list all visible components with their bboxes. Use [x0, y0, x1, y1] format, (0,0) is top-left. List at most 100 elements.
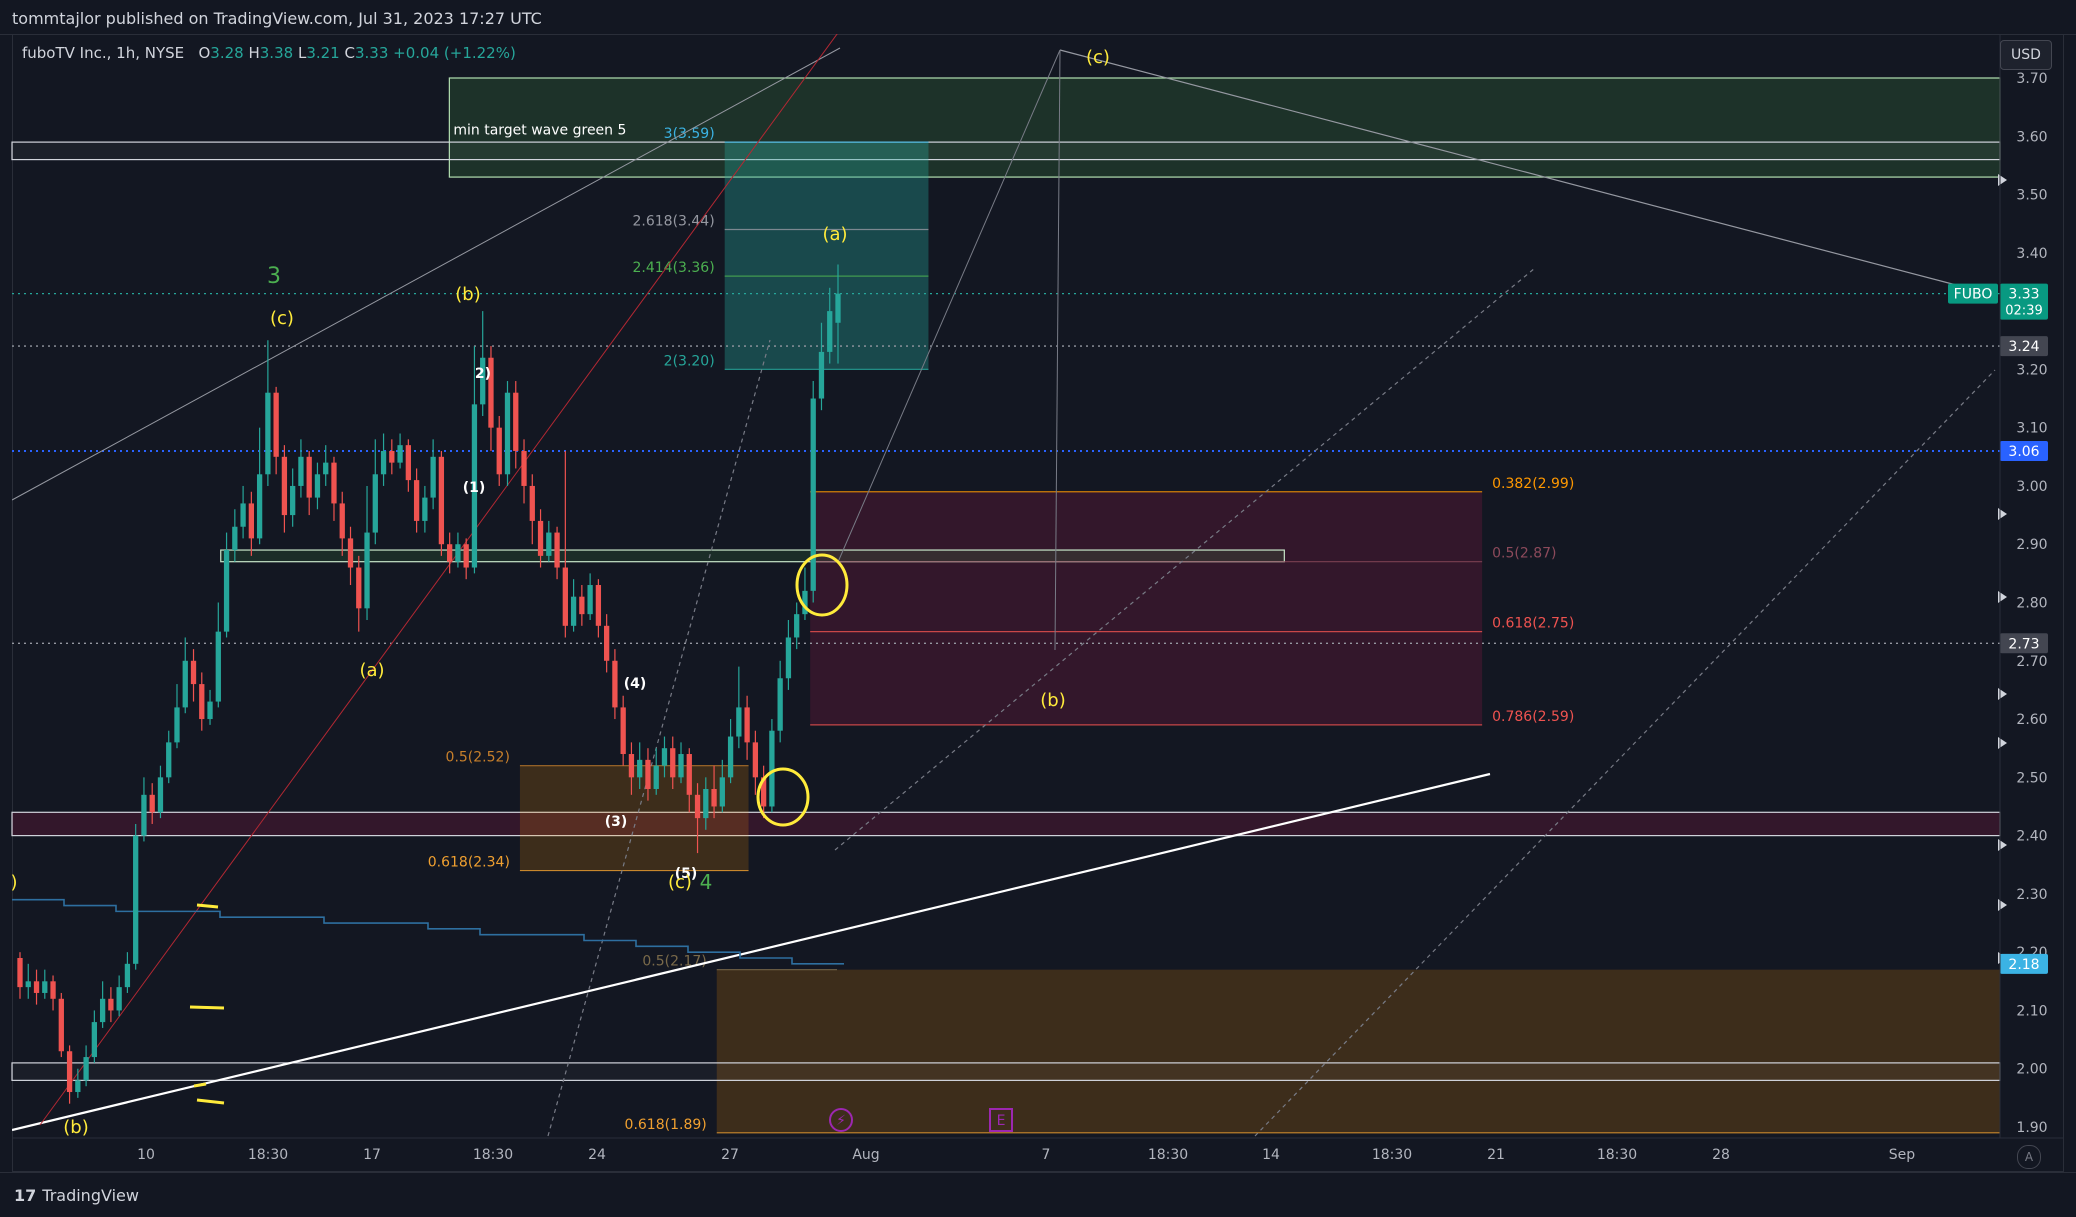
- candle: [265, 340, 271, 486]
- candle-body: [496, 427, 502, 475]
- candle-body: [331, 462, 337, 504]
- high-label: H: [248, 44, 260, 62]
- price-chart[interactable]: 3(3.59)2.618(3.44)2.414(3.36)2(3.20)0.38…: [0, 0, 2076, 1216]
- wave-label-9: (c): [668, 872, 692, 893]
- candle: [256, 427, 263, 545]
- candle: [199, 672, 205, 731]
- y-tick: 2.30: [2016, 887, 2047, 903]
- candle-body: [215, 631, 221, 702]
- currency-button[interactable]: USD: [2000, 40, 2052, 70]
- candle-body: [579, 596, 585, 615]
- zone-resistance-band: [11, 141, 2001, 161]
- candle-body: [240, 503, 246, 527]
- candle: [207, 689, 213, 725]
- candle-body: [281, 456, 288, 516]
- y-tick: 3.20: [2016, 362, 2047, 378]
- tradingview-brand: TradingView: [42, 1186, 139, 1205]
- zone-support-band: [11, 811, 2001, 837]
- candle-body: [513, 392, 519, 451]
- yellow-dash-2: [196, 1098, 225, 1105]
- x-tick: Aug: [852, 1147, 879, 1163]
- y-tick: 2.50: [2016, 770, 2047, 786]
- x-tick: 18:30: [473, 1147, 513, 1163]
- candle: [785, 619, 792, 690]
- x-tick: 10: [137, 1147, 155, 1163]
- candle-body: [182, 660, 188, 708]
- candle-body: [124, 963, 131, 988]
- candle: [182, 637, 188, 714]
- symbol-legend: fuboTV Inc., 1h, NYSE O3.28 H3.38 L3.21 …: [22, 44, 516, 62]
- candle-body: [645, 759, 651, 789]
- fib-label-2: 2.414(3.36): [633, 260, 715, 276]
- candle-body: [141, 794, 147, 836]
- candle-body: [323, 462, 329, 475]
- price-badge-value-0: 3.33: [2008, 287, 2039, 303]
- candle: [496, 416, 502, 486]
- candle-body: [174, 707, 180, 743]
- high-value: 3.38: [259, 44, 294, 62]
- zone-retracement-box: [810, 491, 1483, 725]
- y-tick: 2.90: [2016, 537, 2047, 553]
- candle: [215, 602, 221, 708]
- candle-body: [562, 567, 568, 626]
- candle: [587, 573, 593, 620]
- upper-channel-line: [12, 47, 841, 501]
- fib-label-8: 0.5(2.52): [446, 750, 510, 766]
- open-value: 3.28: [210, 44, 244, 62]
- wave-label-13: (b): [1040, 690, 1065, 711]
- candle-body: [810, 398, 816, 591]
- x-tick: 18:30: [1372, 1147, 1412, 1163]
- candle: [620, 695, 626, 766]
- candle-body: [99, 998, 106, 1023]
- candle-body: [66, 1051, 73, 1093]
- tradingview-logo-icon: 17: [14, 1186, 37, 1205]
- candle: [810, 381, 816, 603]
- candle-body: [389, 450, 395, 463]
- symbol-name[interactable]: fuboTV Inc., 1h, NYSE: [22, 44, 184, 62]
- candle: [331, 456, 337, 521]
- candle-body: [248, 503, 254, 539]
- wave-label-11: (a): [822, 224, 847, 245]
- zone-deep-box: [716, 969, 2000, 1133]
- candle: [504, 381, 511, 486]
- candle: [281, 445, 288, 533]
- candle-body: [736, 707, 742, 737]
- red-diagonal-line: [39, 34, 838, 1126]
- candle: [413, 468, 420, 533]
- y-tick: 2.10: [2016, 1003, 2047, 1019]
- candle-body: [75, 1080, 81, 1093]
- x-tick: 18:30: [1597, 1147, 1637, 1163]
- tradingview-logo[interactable]: 17 TradingView: [14, 1186, 139, 1205]
- candle-body: [628, 754, 635, 778]
- price-badge-value-2: 3.06: [2008, 444, 2039, 460]
- candle: [727, 719, 734, 784]
- candle-body: [447, 544, 453, 562]
- candle-body: [835, 293, 841, 323]
- wave-label-5: (1): [463, 480, 486, 496]
- candle-body: [17, 957, 23, 988]
- candle: [25, 963, 31, 999]
- candle-body: [116, 987, 122, 1011]
- zone-bottom-band: [11, 1062, 2001, 1081]
- candle-body: [372, 474, 378, 533]
- wave-label-2: (b): [455, 284, 480, 305]
- candle: [794, 602, 800, 650]
- candle-body: [818, 351, 825, 399]
- earnings-icon: E: [997, 1113, 1006, 1129]
- candle: [157, 765, 164, 819]
- candle: [422, 485, 428, 533]
- candle-body: [314, 474, 321, 498]
- candle: [133, 823, 139, 970]
- candle: [33, 969, 40, 1005]
- auto-scale-button[interactable]: A: [2017, 1145, 2041, 1169]
- candle-body: [273, 392, 279, 457]
- candle: [463, 538, 469, 580]
- candle: [595, 579, 602, 638]
- candle: [323, 445, 329, 486]
- change-value: +0.04 (+1.22%): [393, 44, 516, 62]
- yellow-dash-0: [196, 903, 219, 909]
- y-tick: 3.50: [2016, 188, 2047, 204]
- x-tick: 28: [1712, 1147, 1730, 1163]
- target-zone-label: min target wave green 5: [453, 122, 626, 138]
- candle-body: [339, 503, 345, 539]
